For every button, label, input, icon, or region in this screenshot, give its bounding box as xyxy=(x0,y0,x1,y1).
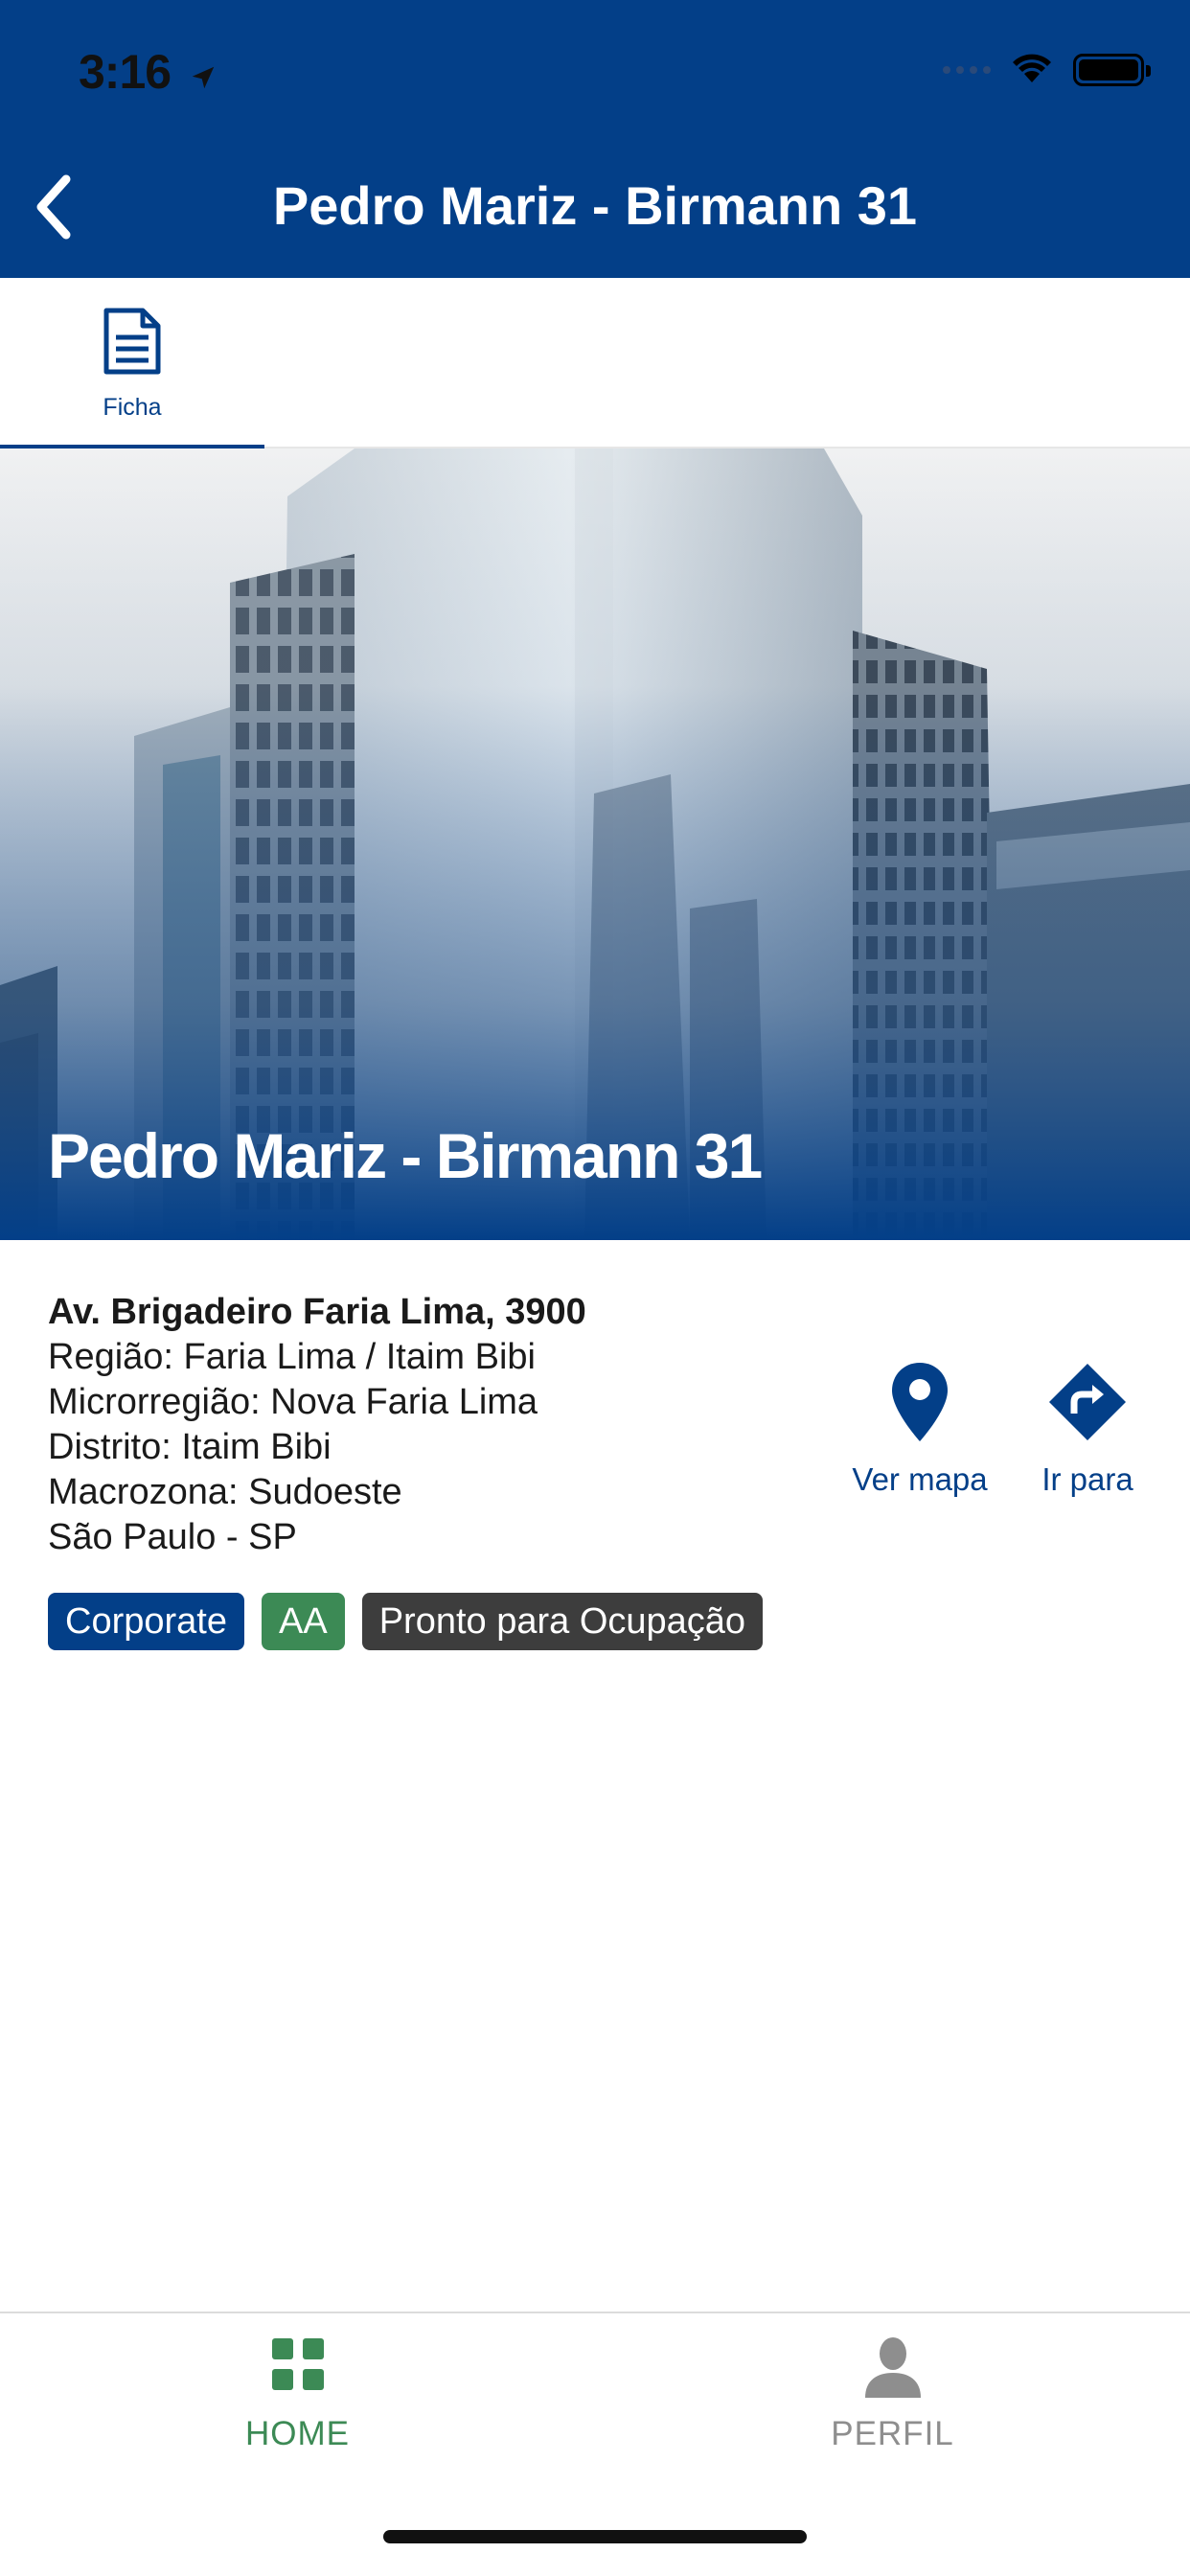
view-map-label: Ver mapa xyxy=(852,1461,988,1497)
home-indicator[interactable] xyxy=(383,2530,807,2543)
hero-title: Pedro Mariz - Birmann 31 xyxy=(48,1120,763,1191)
info-region: Região: Faria Lima / Itaim Bibi xyxy=(48,1337,536,1377)
battery-icon xyxy=(1073,53,1151,86)
badge-rating: AA xyxy=(261,1593,345,1650)
info-city: São Paulo - SP xyxy=(48,1517,297,1557)
document-icon xyxy=(103,307,162,380)
nav-profile-label: PERFIL xyxy=(831,2415,954,2452)
app-header: 3:16 Pedro Mariz - Birmann 31 xyxy=(0,0,1190,278)
building-hero-image: Pedro Mariz - Birmann 31 xyxy=(0,448,1190,1240)
map-pin-icon xyxy=(890,1361,950,1448)
info-macrozone: Macrozona: Sudoeste xyxy=(48,1472,402,1512)
location-arrow-icon xyxy=(189,48,217,104)
nav-home[interactable]: HOME xyxy=(0,2313,595,2505)
info-microregion: Microrregião: Nova Faria Lima xyxy=(48,1382,538,1422)
nav-home-label: HOME xyxy=(245,2415,350,2452)
address-title: Av. Brigadeiro Faria Lima, 3900 xyxy=(48,1292,586,1332)
view-map-button[interactable]: Ver mapa xyxy=(843,1361,996,1498)
wifi-icon xyxy=(1010,50,1054,89)
clock-text: 3:16 xyxy=(79,45,172,99)
status-bar-indicators xyxy=(943,50,1151,89)
badge-status: Pronto para Ocupação xyxy=(361,1593,764,1650)
tab-bar: Ficha xyxy=(0,278,1190,450)
directions-label: Ir para xyxy=(1041,1461,1133,1497)
status-bar-time: 3:16 xyxy=(79,44,217,104)
grid-icon xyxy=(270,2336,326,2398)
nav-profile[interactable]: PERFIL xyxy=(595,2313,1190,2505)
badge-list: Corporate AA Pronto para Ocupação xyxy=(48,1593,764,1650)
directions-icon xyxy=(1046,1361,1129,1448)
directions-button[interactable]: Ir para xyxy=(1016,1361,1159,1498)
info-district: Distrito: Itaim Bibi xyxy=(48,1427,332,1467)
building-info: Av. Brigadeiro Faria Lima, 3900 Região: … xyxy=(48,1289,834,1560)
page-title: Pedro Mariz - Birmann 31 xyxy=(272,175,918,236)
tab-ficha-label: Ficha xyxy=(103,394,162,421)
location-actions: Ver mapa Ir para xyxy=(843,1361,1159,1505)
cellular-signal-icon xyxy=(943,65,991,74)
user-icon xyxy=(863,2336,923,2398)
badge-class: Corporate xyxy=(48,1593,244,1650)
tab-ficha[interactable]: Ficha xyxy=(0,278,264,450)
